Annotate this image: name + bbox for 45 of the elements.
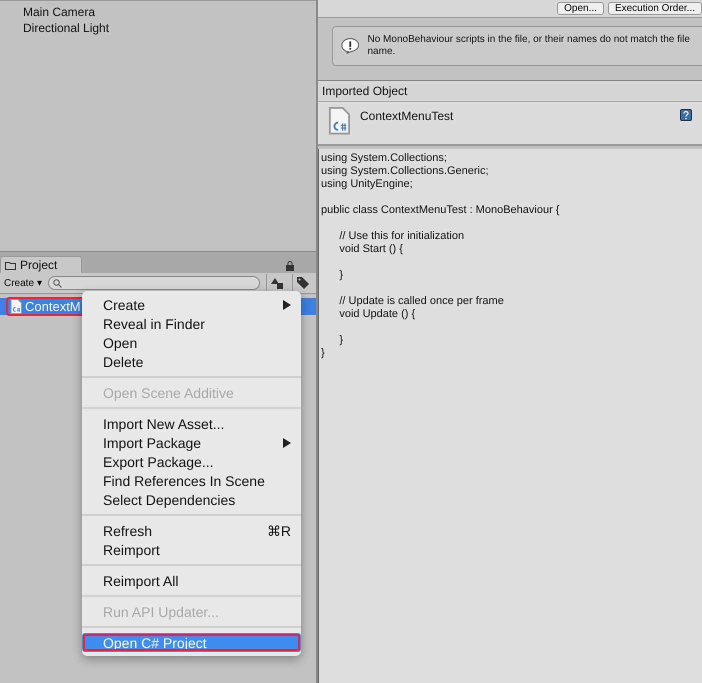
section-header: Imported Object <box>318 81 702 102</box>
search-icon <box>52 278 62 288</box>
filter-by-label-button[interactable] <box>292 274 312 292</box>
menu-item[interactable]: Select Dependencies <box>82 490 301 509</box>
code-line: } <box>338 269 344 282</box>
code-line: using System.Collections.Generic; <box>321 165 490 178</box>
code-line: } <box>338 334 344 347</box>
inspector-button[interactable]: Execution Order... <box>608 2 702 15</box>
code-line: using UnityEngine; <box>321 178 414 191</box>
hierarchy-item[interactable]: Main Camera <box>23 5 316 19</box>
menu-item[interactable]: Open <box>82 333 301 352</box>
inspector-button[interactable]: Open... <box>557 2 604 15</box>
tag-icon <box>296 277 308 289</box>
message-text: No MonoBehaviour scripts in the file, or their names do not match the file name. <box>368 34 691 58</box>
hierarchy-item[interactable]: Directional Light <box>23 21 316 35</box>
code-line: using System.Collections; <box>321 152 448 165</box>
lock-icon[interactable] <box>286 261 294 271</box>
menu-item[interactable]: Import Package <box>82 433 301 452</box>
menu-item[interactable]: Reimport All <box>82 571 301 590</box>
menu-item[interactable]: Reimport <box>82 540 301 559</box>
menu-item[interactable]: Delete <box>82 352 301 371</box>
object-name: ContextMenuTest <box>360 108 454 123</box>
shortcut-text: ⌘R <box>266 522 291 538</box>
code-line: void Start () { <box>338 243 404 256</box>
code-line: // Update is called once per frame <box>338 295 505 308</box>
project-tab[interactable]: Project <box>0 256 82 273</box>
help-icon[interactable] <box>680 109 692 121</box>
create-dropdown[interactable]: Create ▾ <box>4 277 42 289</box>
menu-item[interactable]: Create <box>82 295 301 314</box>
shapes-icon <box>270 278 282 288</box>
filter-by-type-button[interactable] <box>266 274 286 292</box>
menu-item[interactable]: Find References In Scene <box>82 471 301 490</box>
search-field[interactable] <box>48 276 260 290</box>
code-line: // Use this for initialization <box>338 230 466 243</box>
menu-item[interactable]: Export Package... <box>82 452 301 471</box>
menu-item[interactable]: Refresh ⌘R <box>82 521 301 540</box>
menu-item[interactable]: Import New Asset... <box>82 414 301 433</box>
code-line: void Update () { <box>338 308 416 321</box>
script-file-icon <box>328 107 350 134</box>
code-line: } <box>321 347 326 360</box>
code-line: public class ContextMenuTest : MonoBehaviour { <box>321 204 560 217</box>
menu-item[interactable]: Reveal in Finder <box>82 314 301 333</box>
warning-bubble-icon <box>341 37 360 55</box>
script-file-icon <box>10 299 22 314</box>
folder-icon <box>5 260 16 270</box>
